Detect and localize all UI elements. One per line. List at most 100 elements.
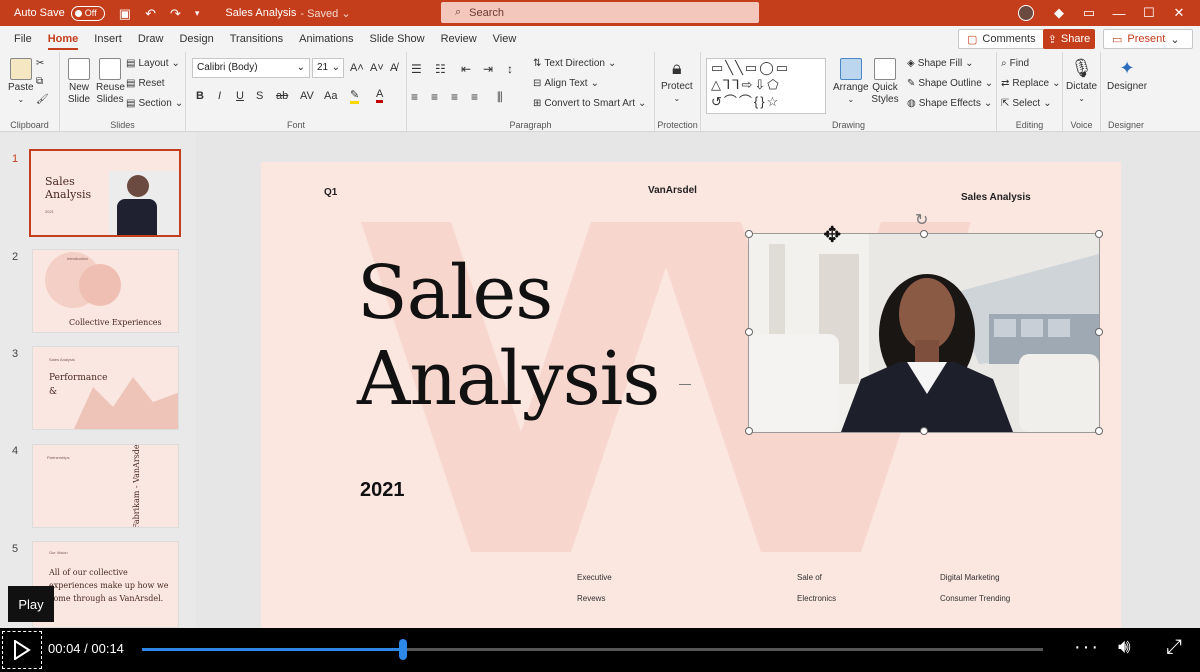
new-slide-button[interactable]: New Slide xyxy=(64,58,94,106)
share-button[interactable]: ⇪ Share xyxy=(1043,29,1095,49)
search-box[interactable]: ⌕ Search xyxy=(441,2,759,23)
reuse-slides-button[interactable]: Reuse Slides xyxy=(96,58,125,106)
seek-bar[interactable] xyxy=(142,639,1043,660)
align-text-button[interactable]: ⊟ Align Text ⌄ xyxy=(533,78,599,89)
grow-font-icon[interactable]: A˄ xyxy=(350,62,364,74)
copy-icon[interactable]: ⧉ xyxy=(36,76,43,87)
tab-view[interactable]: View xyxy=(485,26,525,52)
select-button[interactable]: ⇱ Select ⌄ xyxy=(1001,98,1052,109)
resize-handle-ne[interactable] xyxy=(1095,230,1103,238)
play-button[interactable] xyxy=(2,631,42,669)
resize-handle-s[interactable] xyxy=(920,427,928,435)
undo-icon[interactable]: ↶ xyxy=(145,7,156,20)
cut-icon[interactable]: ✂ xyxy=(36,58,44,69)
tab-animations[interactable]: Animations xyxy=(291,26,361,52)
resize-handle-w[interactable] xyxy=(745,328,753,336)
tab-design[interactable]: Design xyxy=(171,26,221,52)
more-options-icon[interactable]: ··· xyxy=(1074,636,1100,659)
redo-icon[interactable]: ↷ xyxy=(170,7,181,20)
align-center-icon[interactable]: ≡ xyxy=(431,90,438,104)
minimize-icon[interactable]: — xyxy=(1104,6,1134,21)
decrease-indent-icon[interactable]: ⇤ xyxy=(461,62,471,76)
slide-thumbnail-5[interactable]: Our Vision All of our collective experie… xyxy=(32,541,179,628)
numbering-icon[interactable]: ☷ xyxy=(435,62,446,76)
customize-qat-icon[interactable]: ▾ xyxy=(195,8,200,18)
format-painter-icon[interactable]: 🖌 xyxy=(36,94,49,105)
tab-slide-show[interactable]: Slide Show xyxy=(362,26,433,52)
change-case-icon[interactable]: Aa xyxy=(324,90,337,102)
resize-handle-se[interactable] xyxy=(1095,427,1103,435)
convert-smartart-button[interactable]: ⊞ Convert to Smart Art ⌄ xyxy=(533,98,646,109)
align-left-icon[interactable]: ≡ xyxy=(411,90,418,104)
comments-button[interactable]: ▢ Comments xyxy=(958,29,1045,49)
bullets-icon[interactable]: ☰ xyxy=(411,62,422,76)
tab-draw[interactable]: Draw xyxy=(130,26,172,52)
shape-effects-button[interactable]: ◍ Shape Effects ⌄ xyxy=(907,98,992,109)
rotate-handle-icon[interactable]: ↻ xyxy=(915,210,928,230)
shrink-font-icon[interactable]: A˅ xyxy=(370,62,384,74)
paste-button[interactable]: Paste ⌄ xyxy=(8,58,34,104)
arrange-button[interactable]: Arrange ⌄ xyxy=(833,58,869,104)
bold-icon[interactable]: B xyxy=(196,90,204,102)
tab-file[interactable]: File xyxy=(6,26,40,52)
layout-button[interactable]: ▤ Layout ⌄ xyxy=(126,58,180,69)
save-icon[interactable]: ▣ xyxy=(119,7,131,20)
font-color-icon[interactable]: A xyxy=(376,88,384,103)
columns-icon[interactable]: ⫼ xyxy=(497,90,503,105)
underline-icon[interactable]: U xyxy=(236,90,244,102)
selected-picture[interactable] xyxy=(748,233,1100,433)
quick-styles-button[interactable]: Quick Styles xyxy=(871,58,899,106)
maximize-icon[interactable]: ☐ xyxy=(1134,5,1164,21)
user-avatar[interactable] xyxy=(1018,5,1034,21)
slide-thumbnail-4[interactable]: Partnerships Fabrikam - VanArsdel xyxy=(32,444,179,528)
tab-transitions[interactable]: Transitions xyxy=(222,26,291,52)
designer-button[interactable]: ✦ Designer xyxy=(1107,58,1147,92)
close-icon[interactable]: ✕ xyxy=(1164,5,1194,21)
slide-year[interactable]: 2021 xyxy=(360,479,405,502)
resize-handle-sw[interactable] xyxy=(745,427,753,435)
text-shadow-icon[interactable]: S xyxy=(256,90,263,102)
present-button[interactable]: ▭ Present ⌄ xyxy=(1103,29,1193,49)
resize-handle-nw[interactable] xyxy=(745,230,753,238)
font-family-select[interactable]: Calibri (Body) ⌄ xyxy=(192,58,310,78)
section-button[interactable]: ▤ Section ⌄ xyxy=(126,98,183,109)
clear-format-icon[interactable]: A̸ xyxy=(390,62,397,74)
shapes-gallery[interactable]: ▭╲╲▭◯▭ △⅂⅂⇨⇩⬠ ↺⌒⌒{}☆ xyxy=(706,58,826,114)
shape-outline-button[interactable]: ✎ Shape Outline ⌄ xyxy=(907,78,993,89)
increase-indent-icon[interactable]: ⇥ xyxy=(483,62,493,76)
tab-review[interactable]: Review xyxy=(433,26,485,52)
chevron-down-icon: ⌄ xyxy=(171,58,180,69)
italic-icon[interactable]: I xyxy=(218,90,221,102)
slide-1[interactable]: Q1 VanArsdel Sales Analysis Sales Analys… xyxy=(261,162,1121,632)
justify-icon[interactable]: ≡ xyxy=(471,90,478,104)
resize-handle-e[interactable] xyxy=(1095,328,1103,336)
volume-icon[interactable]: 🔊︎ xyxy=(1118,636,1131,659)
autosave-toggle[interactable]: Off xyxy=(70,5,105,21)
slide-thumbnail-3[interactable]: Sales Analysis Performance & xyxy=(32,346,179,430)
find-button[interactable]: ⌕ Find xyxy=(1001,58,1029,69)
text-direction-button[interactable]: ⇅ Text Direction ⌄ xyxy=(533,58,616,69)
slide-editor[interactable]: Q1 VanArsdel Sales Analysis Sales Analys… xyxy=(196,133,1200,632)
document-title[interactable]: Sales Analysis xyxy=(225,7,296,19)
resize-handle-n[interactable] xyxy=(920,230,928,238)
slide-title[interactable]: Sales Analysis xyxy=(357,250,660,422)
char-spacing-icon[interactable]: AV xyxy=(300,90,314,102)
seek-bar-thumb[interactable] xyxy=(399,639,408,660)
fullscreen-icon[interactable]: ⤢ xyxy=(1166,636,1182,659)
highlight-icon[interactable]: ✎ xyxy=(350,88,360,104)
protect-button[interactable]: 🔒︎ Protect ⌄ xyxy=(661,58,693,103)
tab-home[interactable]: Home xyxy=(40,26,87,52)
reset-button[interactable]: ▤ Reset xyxy=(126,78,165,89)
tab-insert[interactable]: Insert xyxy=(86,26,130,52)
align-right-icon[interactable]: ≡ xyxy=(451,90,458,104)
line-spacing-icon[interactable]: ↕ xyxy=(507,62,513,76)
font-size-select[interactable]: 21 ⌄ xyxy=(312,58,344,78)
replace-button[interactable]: ⇄ Replace ⌄ xyxy=(1001,78,1060,89)
shape-fill-button[interactable]: ◈ Shape Fill ⌄ xyxy=(907,58,974,69)
slide-thumbnail-1[interactable]: Sales Analysis 2021 xyxy=(29,149,181,237)
strikethrough-icon[interactable]: ab xyxy=(276,90,288,102)
ribbon-display-icon[interactable]: ▭ xyxy=(1074,5,1104,21)
diamond-icon[interactable]: ◆ xyxy=(1044,5,1074,21)
dictate-button[interactable]: 🎙︎ Dictate ⌄ xyxy=(1066,58,1097,103)
slide-thumbnail-2[interactable]: Introduction Collective Experiences xyxy=(32,249,179,333)
